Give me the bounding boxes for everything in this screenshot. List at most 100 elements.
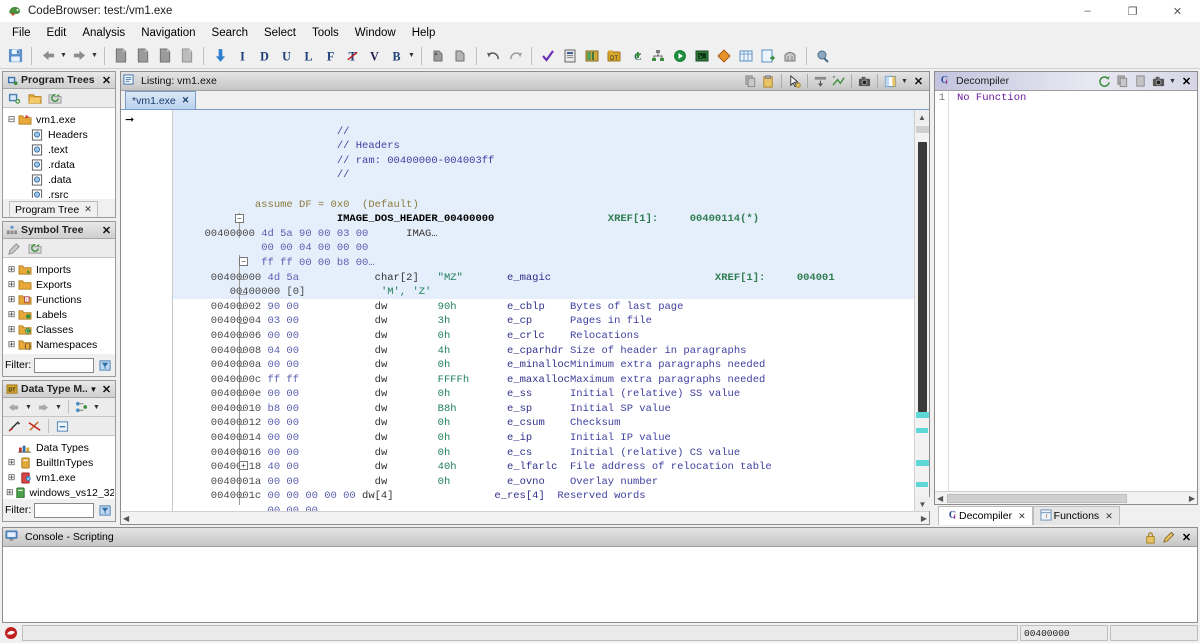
maximize-button[interactable]: ❐ <box>1110 0 1155 22</box>
symbol-node-labels[interactable]: ⊞ Labels <box>6 307 114 322</box>
data-type-manager-menu[interactable]: ▼ <box>87 385 100 394</box>
filter-arrays-icon[interactable] <box>26 418 43 434</box>
dt-node-builtintypes[interactable]: ⊞ BuiltInTypes <box>6 455 114 470</box>
clear-icon[interactable] <box>1132 73 1149 89</box>
program-tree[interactable]: ⊟ vm1.exe Headers <box>3 108 115 199</box>
tree-node-rdata[interactable]: .rdata <box>6 157 114 172</box>
collapse-toggle-dos-header[interactable]: − <box>235 214 244 223</box>
close-button[interactable]: ✕ <box>1155 0 1200 22</box>
lock-icon[interactable] <box>1142 529 1159 545</box>
refresh-tree-icon[interactable] <box>26 240 43 256</box>
tree-node-data[interactable]: .data <box>6 172 114 187</box>
forward-dropdown-icon[interactable]: ▼ <box>90 52 99 59</box>
memory-map-icon[interactable] <box>581 45 603 67</box>
script-manager-icon[interactable]: >_ <box>691 45 713 67</box>
minimize-button[interactable]: – <box>1065 0 1110 22</box>
back-arrow-icon[interactable] <box>37 45 59 67</box>
redo-icon[interactable] <box>504 45 526 67</box>
forward-arrow-icon[interactable] <box>36 399 51 415</box>
data-d-icon[interactable]: D <box>253 45 275 67</box>
tree-node-vm1exe-root[interactable]: ⊟ vm1.exe <box>6 112 114 127</box>
decompiler-body[interactable]: 1 No Function <box>935 91 1197 491</box>
back-arrow-icon[interactable] <box>6 399 21 415</box>
tree-node-headers[interactable]: Headers <box>6 127 114 142</box>
clear-page-icon[interactable] <box>176 45 198 67</box>
expander-icon[interactable]: ⊞ <box>6 487 14 498</box>
symbol-node-functions[interactable]: ⊞ f Functions <box>6 292 114 307</box>
listing-close-icon[interactable]: ✕ <box>910 73 927 89</box>
symbol-tree-filter-input[interactable] <box>34 358 94 373</box>
tree-node-text[interactable]: .text <box>6 142 114 157</box>
archive-icon[interactable] <box>779 45 801 67</box>
diff-view-icon[interactable] <box>812 73 829 89</box>
scroll-thumb[interactable] <box>947 494 1127 503</box>
edit-fields-icon[interactable] <box>830 73 847 89</box>
filter-options-icon[interactable] <box>97 357 113 373</box>
select-block-icon[interactable] <box>427 45 449 67</box>
symbol-node-classes[interactable]: ⊞ C Classes <box>6 322 114 337</box>
tab-program-tree[interactable]: Program Tree ✕ <box>9 201 98 217</box>
expander-icon[interactable]: ⊞ <box>6 279 17 290</box>
close-icon[interactable]: ✕ <box>84 204 92 215</box>
tree-node-rsrc[interactable]: .rsrc <box>6 187 114 199</box>
forward-arrow-icon[interactable] <box>68 45 90 67</box>
back-dropdown-icon[interactable]: ▼ <box>59 52 68 59</box>
sort-icon[interactable] <box>74 399 89 415</box>
data-type-manager-close[interactable]: ✕ <box>100 383 113 396</box>
collapse-all-icon[interactable] <box>54 418 71 434</box>
toggle-header-icon[interactable] <box>882 73 899 89</box>
edit-pencil-icon[interactable] <box>1160 529 1177 545</box>
collapse-toggle-emagic[interactable]: − <box>239 257 248 266</box>
menu-dropdown-icon[interactable]: ▼ <box>1168 78 1177 85</box>
expander-icon[interactable]: ⊟ <box>6 114 17 125</box>
symbol-node-namespaces[interactable]: ⊞ {} Namespaces <box>6 337 114 352</box>
program-trees-close[interactable]: ✕ <box>100 74 113 87</box>
label-l-icon[interactable]: L <box>297 45 319 67</box>
expander-icon[interactable]: ⊞ <box>6 324 17 335</box>
snapshot-page-icon[interactable] <box>154 45 176 67</box>
menu-navigation[interactable]: Navigation <box>133 25 203 41</box>
diff-icon[interactable] <box>713 45 735 67</box>
scroll-thumb[interactable] <box>918 142 927 412</box>
check-icon[interactable] <box>537 45 559 67</box>
nav-marker[interactable] <box>916 412 929 418</box>
menu-tools[interactable]: Tools <box>304 25 347 41</box>
clear-t-icon[interactable]: T <box>341 45 363 67</box>
scroll-left-arrow-icon[interactable]: ◀ <box>123 514 129 523</box>
menu-analysis[interactable]: Analysis <box>74 25 133 41</box>
snapshot-icon[interactable] <box>1150 73 1167 89</box>
dt-node-windows-vs12-32[interactable]: ⊞ windows_vs12_32 <box>6 485 114 499</box>
paste-page-icon[interactable] <box>132 45 154 67</box>
symbol-node-imports[interactable]: ⊞ Imports <box>6 262 114 277</box>
new-tree-icon[interactable] <box>6 90 23 106</box>
rename-icon[interactable] <box>6 240 23 256</box>
expand-toggle-eres[interactable]: + <box>239 461 248 470</box>
listing-horizontal-scrollbar[interactable]: ◀ ▶ <box>121 511 929 524</box>
export-icon[interactable] <box>757 45 779 67</box>
close-icon[interactable]: ✕ <box>1018 511 1026 522</box>
console-close-icon[interactable]: ✕ <box>1178 529 1195 545</box>
close-icon[interactable]: ✕ <box>1105 511 1113 522</box>
scroll-down-arrow-icon[interactable]: ▼ <box>915 497 930 511</box>
decompiler-horizontal-scrollbar[interactable]: ◀ ▶ <box>935 491 1197 504</box>
dt-node-vm1exe[interactable]: ⊞ vm1.exe <box>6 470 114 485</box>
back-dropdown-icon[interactable]: ▼ <box>24 404 33 411</box>
expander-icon[interactable]: ⊞ <box>6 457 17 468</box>
fields-dropdown-icon[interactable]: ▼ <box>900 78 909 85</box>
scroll-right-arrow-icon[interactable]: ▶ <box>921 514 927 523</box>
data-types-tree[interactable]: Data Types ⊞ BuiltInTypes ⊞ <box>3 436 115 499</box>
sort-dropdown-icon[interactable]: ▼ <box>92 404 101 411</box>
bookmark-icon[interactable] <box>559 45 581 67</box>
listing-vertical-scrollbar[interactable]: ▲ ▼ <box>914 110 929 511</box>
copy-icon[interactable] <box>1114 73 1131 89</box>
copy-icon[interactable] <box>742 73 759 89</box>
dt-node-root[interactable]: Data Types <box>6 440 114 455</box>
filter-pointers-icon[interactable] <box>6 418 23 434</box>
menu-window[interactable]: Window <box>347 25 404 41</box>
scroll-up-arrow-icon[interactable]: ▲ <box>915 110 929 124</box>
symbol-tree[interactable]: ⊞ Imports ⊞ Exports ⊞ <box>3 258 115 354</box>
byte-dropdown-icon[interactable]: ▼ <box>407 52 416 59</box>
tab-functions[interactable]: f Functions ✕ <box>1033 506 1120 525</box>
select-cursor-icon[interactable] <box>786 73 803 89</box>
forward-dropdown-icon[interactable]: ▼ <box>54 404 63 411</box>
